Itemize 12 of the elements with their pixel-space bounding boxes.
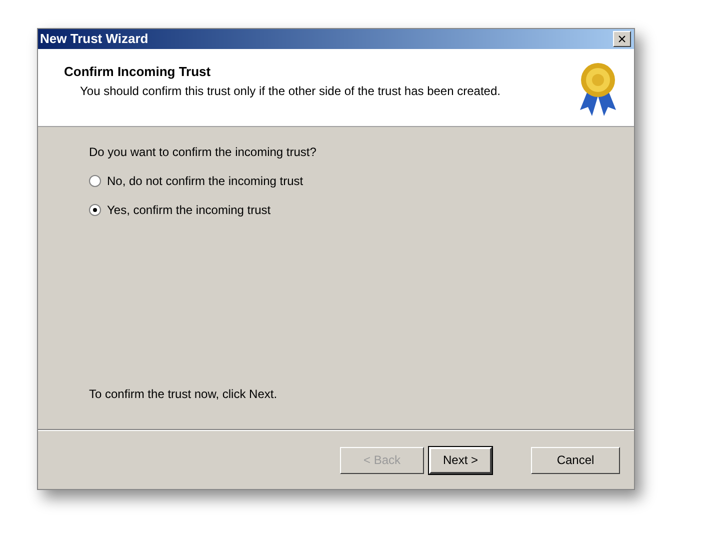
question-text: Do you want to confirm the incoming trust? bbox=[89, 144, 318, 161]
hint-text: To confirm the trust now, click Next. bbox=[89, 386, 278, 403]
radio-button[interactable] bbox=[89, 175, 101, 187]
wizard-button[interactable]: Cancel bbox=[531, 446, 620, 474]
page-title: Confirm Incoming Trust bbox=[64, 63, 212, 81]
wizard-button[interactable]: Next > bbox=[429, 446, 492, 474]
option-label[interactable]: Yes, confirm the incoming trust bbox=[107, 201, 271, 219]
close-button[interactable]: × bbox=[613, 31, 631, 47]
radio-button[interactable] bbox=[89, 204, 101, 216]
window-title: New Trust Wizard bbox=[40, 30, 148, 48]
option-label[interactable]: No, do not confirm the incoming trust bbox=[107, 172, 304, 190]
page-subtitle: You should confirm this trust only if the other side of the trust has been created. bbox=[79, 82, 500, 100]
